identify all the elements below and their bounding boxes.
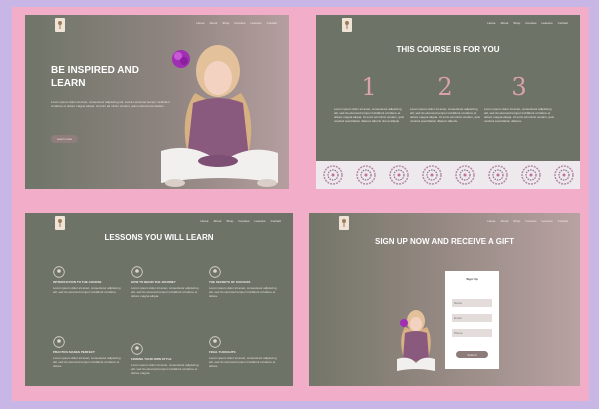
course-text-1: Lorem ipsum dolor sit amet, consectetur … [334,107,404,123]
signup-section: Home About Shop Courses Lessons Contact … [309,213,580,386]
lesson-emblem-icon [53,336,65,348]
course-number-1: 1 [361,73,377,101]
nav-item-shop[interactable]: Shop [513,219,520,223]
lesson-card-5: FINDING YOUR OWN STYLE Lorem ipsum dolor… [131,343,203,375]
nav-item-home[interactable]: Home [200,219,208,223]
lesson-name-2: HOW TO BEGIN THE JOURNEY [131,280,176,284]
floral-swirl-icon [421,165,442,185]
lesson-emblem-icon [209,336,221,348]
name-field[interactable] [452,299,492,307]
lesson-card-4: PRACTICE MAKES PERFECT Lorem ipsum dolor… [53,336,125,368]
course-text-2: Lorem ipsum dolor sit amet, consectetur … [410,107,480,123]
course-number-3: 3 [511,73,527,101]
lesson-text-1: Lorem ipsum dolor sit amet, consectetur … [53,286,121,294]
hero-nav-menu: Home About Shop Courses Lessons Contact [196,21,277,25]
lesson-name-6: FINAL THOUGHTS [209,350,236,354]
hero-navbar: Home About Shop Courses Lessons Contact [25,15,289,35]
course-navbar: Home About Shop Courses Lessons Contact [316,15,580,35]
floral-swirl-icon [388,165,409,185]
nav-item-contact[interactable]: Contact [271,219,281,223]
lesson-emblem-icon [53,266,65,278]
nav-item-contact[interactable]: Contact [558,219,568,223]
lesson-name-3: THE SECRETS OF SUCCESS [209,280,251,284]
course-section: Home About Shop Courses Lessons Contact … [316,15,580,189]
lesson-name-5: FINDING YOUR OWN STYLE [131,357,172,361]
lessons-title: LESSONS YOU WILL LEARN [104,233,214,242]
signup-woman-image [397,310,435,371]
course-text-3: Lorem ipsum dolor sit amet, consectetur … [484,107,554,123]
email-field[interactable] [452,314,492,322]
nav-item-shop[interactable]: Shop [222,21,229,25]
floral-swirl-icon [487,165,508,185]
nav-item-home[interactable]: Home [487,219,495,223]
lessons-navbar: Home About Shop Courses Lessons Contact [25,213,293,233]
brand-logo-icon[interactable] [339,216,349,230]
nav-item-courses[interactable]: Courses [525,21,536,25]
nav-item-about[interactable]: About [500,219,508,223]
lesson-card-6: FINAL THOUGHTS Lorem ipsum dolor sit ame… [209,336,281,368]
floral-strip [316,161,580,189]
nav-item-about[interactable]: About [213,219,221,223]
nav-item-lessons[interactable]: Lessons [254,219,265,223]
lesson-emblem-icon [209,266,221,278]
lesson-name-1: INTRODUCTION TO THE COURSE [53,280,102,284]
lesson-text-2: Lorem ipsum dolor sit amet, consectetur … [131,286,199,298]
form-title: Sign Up [466,277,478,281]
lesson-card-3: THE SECRETS OF SUCCESS Lorem ipsum dolor… [209,266,281,298]
lesson-card-2: HOW TO BEGIN THE JOURNEY Lorem ipsum dol… [131,266,203,298]
nav-item-courses[interactable]: Courses [234,21,245,25]
nav-item-lessons[interactable]: Lessons [250,21,261,25]
nav-item-about[interactable]: About [500,21,508,25]
hero-section: Home About Shop Courses Lessons Contact … [25,15,289,189]
phone-field[interactable] [452,329,492,337]
nav-item-home[interactable]: Home [196,21,204,25]
nav-item-home[interactable]: Home [487,21,495,25]
signup-nav-menu: Home About Shop Courses Lessons Contact [487,219,568,223]
learn-more-button[interactable]: Learn more [51,135,78,143]
purple-flower-icon [172,50,190,68]
signup-form: Sign Up Submit [445,271,499,369]
lesson-text-3: Lorem ipsum dolor sit amet, consectetur … [209,286,277,298]
brand-logo-icon[interactable] [342,18,352,32]
nav-item-shop[interactable]: Shop [226,219,233,223]
nav-item-contact[interactable]: Contact [267,21,277,25]
nav-item-courses[interactable]: Courses [238,219,249,223]
submit-button[interactable]: Submit [456,351,488,358]
course-number-2: 2 [437,73,453,101]
brand-logo-icon[interactable] [55,216,65,230]
floral-swirl-icon [520,165,541,185]
floral-swirl-icon [553,165,574,185]
lesson-card-1: INTRODUCTION TO THE COURSE Lorem ipsum d… [53,266,125,294]
lesson-emblem-icon [131,266,143,278]
nav-item-lessons[interactable]: Lessons [541,21,552,25]
lessons-section: Home About Shop Courses Lessons Contact … [25,213,293,386]
lesson-emblem-icon [131,343,143,355]
lesson-name-4: PRACTICE MAKES PERFECT [53,350,95,354]
course-nav-menu: Home About Shop Courses Lessons Contact [487,21,568,25]
nav-item-about[interactable]: About [209,21,217,25]
nav-item-contact[interactable]: Contact [558,21,568,25]
lesson-text-4: Lorem ipsum dolor sit amet, consectetur … [53,356,121,368]
course-title: THIS COURSE IS FOR YOU [396,45,500,54]
hero-title: BE INSPIRED AND LEARN [51,65,139,89]
lessons-nav-menu: Home About Shop Courses Lessons Contact [200,219,281,223]
floral-swirl-icon [355,165,376,185]
floral-swirl-icon [454,165,475,185]
nav-item-shop[interactable]: Shop [513,21,520,25]
brand-logo-icon[interactable] [55,18,65,32]
signup-navbar: Home About Shop Courses Lessons Contact [309,213,580,233]
signup-title: SIGN UP NOW AND RECEIVE A GIFT [375,237,514,246]
nav-item-courses[interactable]: Courses [525,219,536,223]
floral-swirl-icon [322,165,343,185]
lesson-text-5: Lorem ipsum dolor sit amet, consectetur … [131,363,199,375]
nav-item-lessons[interactable]: Lessons [541,219,552,223]
lesson-text-6: Lorem ipsum dolor sit amet, consectetur … [209,356,277,368]
